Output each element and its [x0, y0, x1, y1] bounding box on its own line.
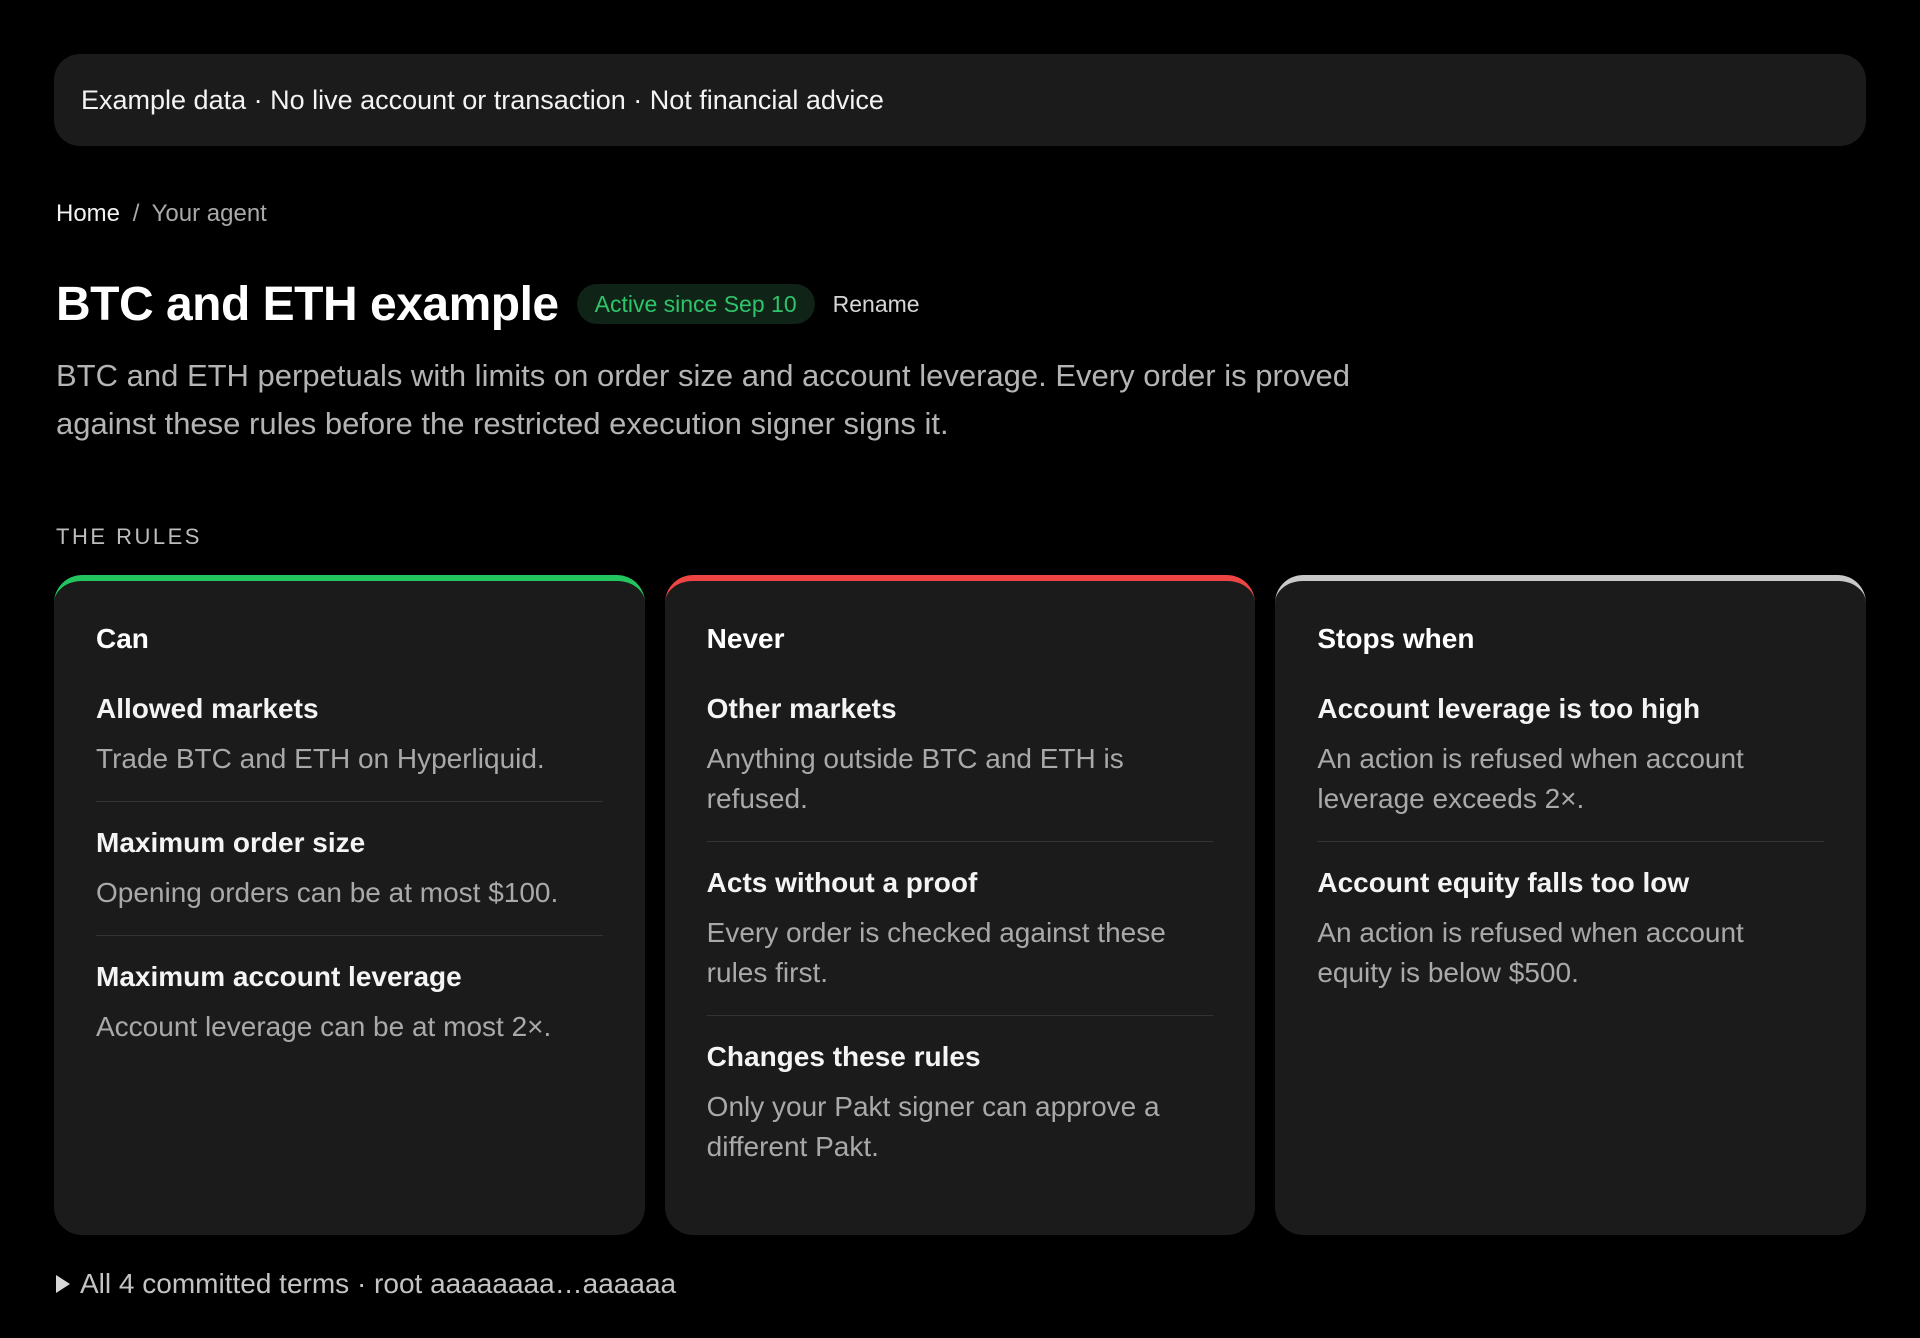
rule-item: Maximum account leverage Account leverag… — [96, 961, 603, 1069]
card-title: Never — [706, 623, 785, 654]
committed-terms-toggle[interactable]: All 4 committed terms · root aaaaaaaa…aa… — [56, 1268, 676, 1300]
rule-card-stops-when: Stops when Account leverage is too high … — [1275, 575, 1867, 1235]
rule-description: Only your Pakt signer can approve a diff… — [706, 1091, 1160, 1162]
rename-button[interactable]: Rename — [833, 291, 920, 318]
rules-cards: Can Allowed markets Trade BTC and ETH on… — [54, 575, 1867, 1235]
breadcrumb-current: Your agent — [151, 200, 267, 227]
rule-description: An action is refused when account levera… — [1317, 743, 1744, 814]
rule-item: Account equity falls too low An action i… — [1317, 867, 1824, 1015]
rule-title: Changes these rules — [706, 1041, 981, 1072]
card-title: Stops when — [1317, 623, 1475, 654]
status-badge: Active since Sep 10 — [576, 284, 815, 324]
agent-description: BTC and ETH perpetuals with limits on or… — [56, 358, 1350, 441]
committed-terms-summary: All 4 committed terms · root aaaaaaaa…aa… — [80, 1268, 677, 1299]
rules-section-label: THE RULES — [56, 524, 202, 549]
demo-notice-banner: Example data · No live account or transa… — [54, 54, 1866, 146]
rule-title: Account equity falls too low — [1317, 867, 1690, 898]
page-title: BTC and ETH example — [56, 277, 559, 331]
rule-description: Opening orders can be at most $100. — [96, 877, 559, 908]
rule-description: Every order is checked against these rul… — [706, 917, 1166, 988]
rule-card-can: Can Allowed markets Trade BTC and ETH on… — [54, 575, 645, 1235]
rule-description: An action is refused when account equity… — [1317, 917, 1744, 988]
rule-card-never: Never Other markets Anything outside BTC… — [664, 575, 1256, 1235]
rule-title: Maximum order size — [96, 827, 366, 858]
notice-text: Example data · No live account or transa… — [81, 84, 884, 115]
card-title: Can — [96, 623, 149, 654]
rule-description: Account leverage can be at most 2×. — [96, 1011, 552, 1042]
breadcrumb-separator: / — [132, 200, 140, 227]
rule-title: Allowed markets — [96, 693, 319, 724]
breadcrumb-home-link[interactable]: Home — [56, 200, 120, 227]
title-row: BTC and ETH example Active since Sep 10 … — [56, 272, 920, 336]
disclosure-triangle-icon — [56, 1275, 70, 1293]
rule-item: Allowed markets Trade BTC and ETH on Hyp… — [96, 693, 603, 802]
breadcrumb: Home / Your agent — [56, 200, 267, 228]
rule-description: Trade BTC and ETH on Hyperliquid. — [96, 743, 545, 774]
rule-item: Changes these rules Only your Pakt signe… — [707, 1041, 1214, 1189]
page: Example data · No live account or transa… — [0, 0, 1920, 1338]
rule-item: Acts without a proof Every order is chec… — [706, 867, 1214, 1016]
rule-title: Acts without a proof — [706, 867, 978, 898]
rule-description: Anything outside BTC and ETH is refused. — [706, 743, 1124, 814]
rule-title: Other markets — [706, 693, 897, 724]
rule-title: Maximum account leverage — [96, 961, 462, 992]
rule-title: Account leverage is too high — [1317, 693, 1701, 724]
rule-item: Other markets Anything outside BTC and E… — [706, 693, 1214, 842]
rule-item: Account leverage is too high An action i… — [1317, 693, 1825, 842]
rule-item: Maximum order size Opening orders can be… — [96, 827, 603, 936]
